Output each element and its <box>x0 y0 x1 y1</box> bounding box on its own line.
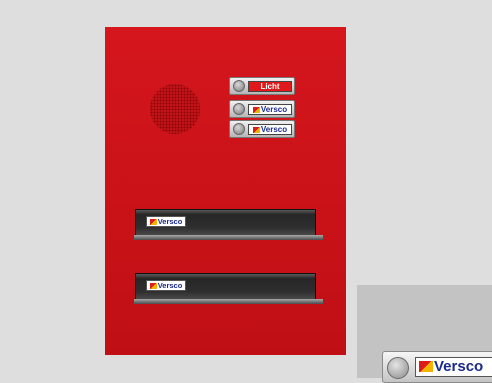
button-label-text: Versco <box>260 105 288 114</box>
nameplate-text: Versco <box>157 281 183 290</box>
versco-logo-icon <box>419 361 433 372</box>
bell-button-licht[interactable]: Licht <box>229 77 295 95</box>
speaker-grille <box>150 84 200 134</box>
button-logo-label: Versco <box>248 124 292 135</box>
versco-logo-icon <box>252 107 260 113</box>
nameplate-1: Versco <box>134 209 323 240</box>
button-indicator-icon <box>233 103 245 115</box>
button-logo-label: Versco <box>248 104 292 115</box>
zoom-preview: Versco <box>357 285 492 383</box>
versco-logo-icon <box>149 219 157 225</box>
intercom-panel: Licht Versco Versco Versco Versco <box>105 27 346 355</box>
button-indicator-icon <box>387 357 409 379</box>
versco-logo-icon <box>149 283 157 289</box>
versco-logo-icon <box>252 127 260 133</box>
bell-button-versco-2[interactable]: Versco <box>229 120 295 138</box>
button-label-text: Versco <box>260 125 288 134</box>
nameplate-shelf <box>134 299 323 304</box>
button-indicator-icon <box>233 123 245 135</box>
zoom-bell-button[interactable]: Versco <box>382 351 492 383</box>
nameplate-tag: Versco <box>146 280 186 291</box>
button-label: Licht <box>248 81 292 92</box>
zoom-button-label: Versco <box>415 357 492 377</box>
zoom-label-text: Versco <box>434 358 484 375</box>
nameplate-2: Versco <box>134 273 323 304</box>
nameplate-tag: Versco <box>146 216 186 227</box>
bell-button-versco-1[interactable]: Versco <box>229 100 295 118</box>
button-indicator-icon <box>233 80 245 92</box>
nameplate-shelf <box>134 235 323 240</box>
nameplate-text: Versco <box>157 217 183 226</box>
